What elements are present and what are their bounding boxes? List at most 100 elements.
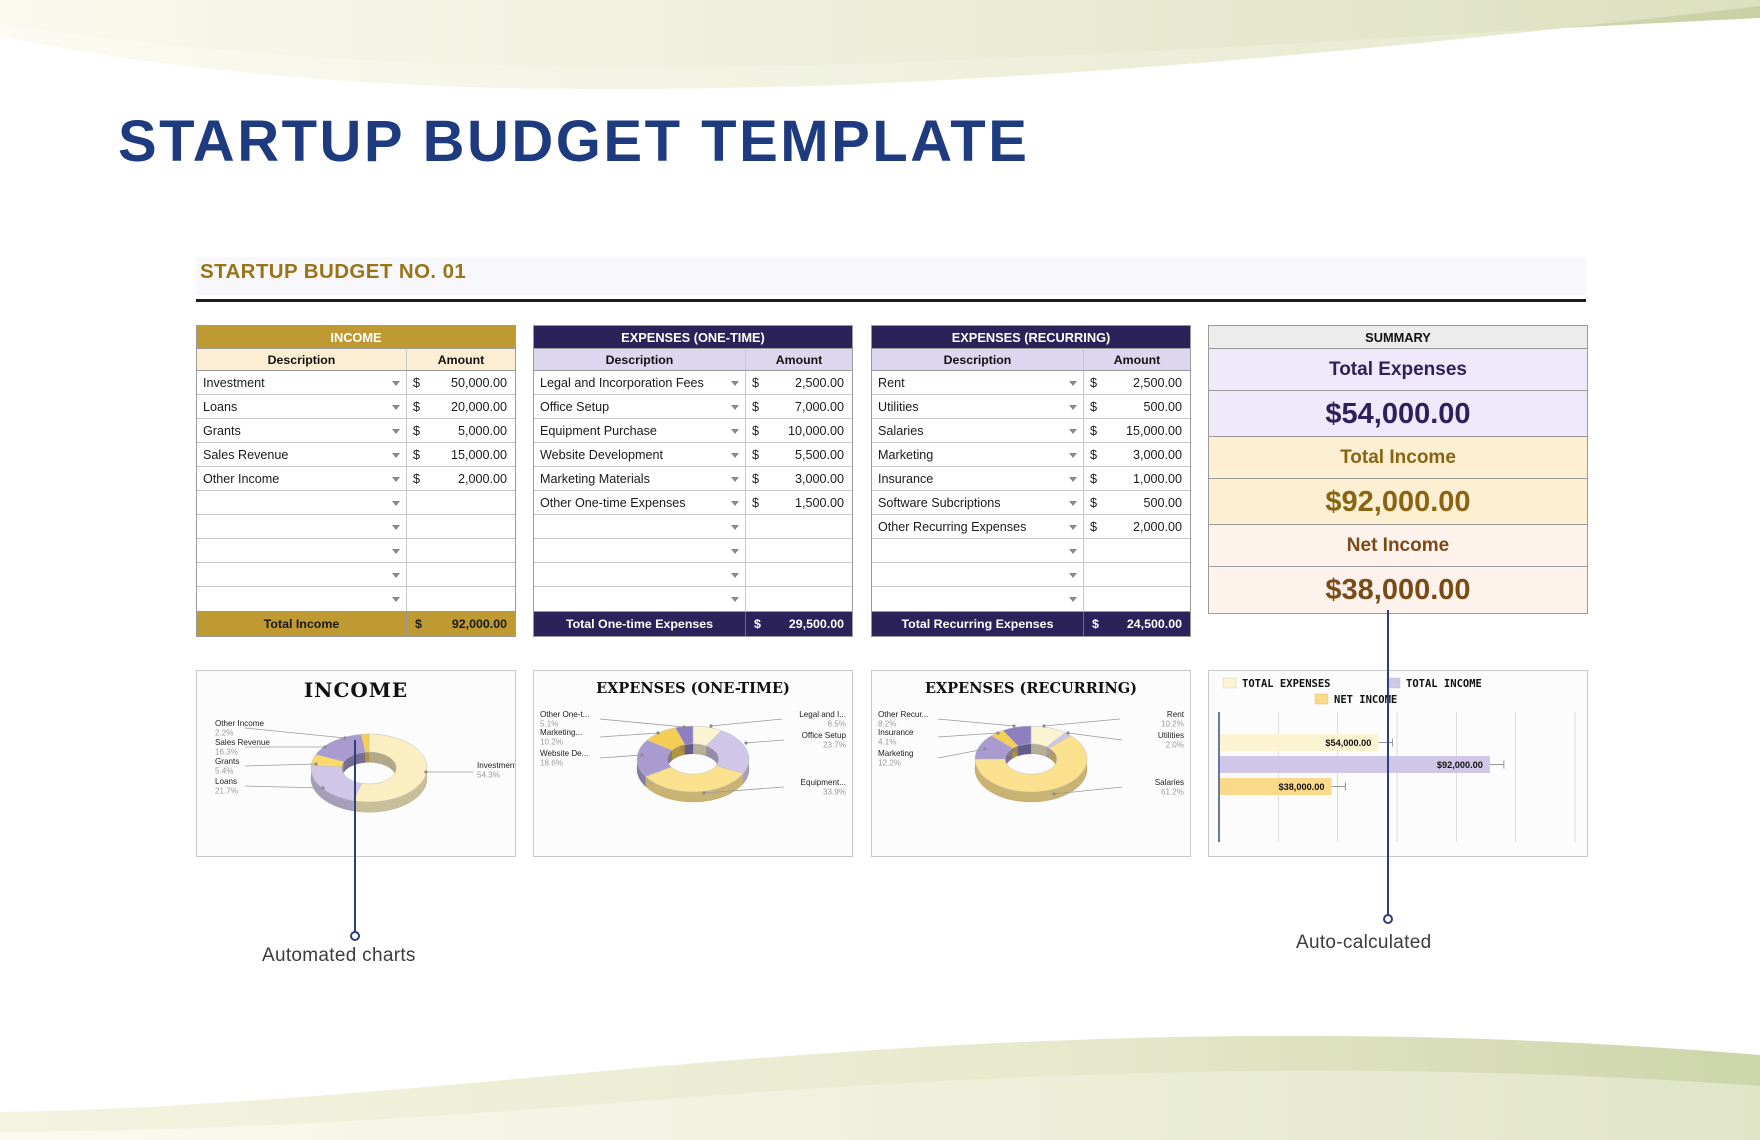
- chevron-down-icon[interactable]: [1069, 428, 1077, 434]
- chevron-down-icon[interactable]: [392, 572, 400, 578]
- amount-cell[interactable]: [746, 587, 852, 611]
- amount-cell[interactable]: $5,000.00: [407, 419, 515, 442]
- amount-cell[interactable]: $50,000.00: [407, 371, 515, 394]
- chevron-down-icon[interactable]: [731, 597, 739, 602]
- amount-cell[interactable]: [407, 491, 515, 514]
- table-row[interactable]: Grants $5,000.00: [197, 419, 515, 443]
- table-row[interactable]: [534, 563, 852, 587]
- table-row[interactable]: Rent $2,500.00: [872, 371, 1190, 395]
- chevron-down-icon[interactable]: [392, 452, 400, 458]
- description-cell[interactable]: Other Income: [197, 467, 407, 490]
- chevron-down-icon[interactable]: [731, 476, 739, 482]
- amount-cell[interactable]: $2,000.00: [1084, 515, 1190, 538]
- table-row[interactable]: Loans $20,000.00: [197, 395, 515, 419]
- description-cell[interactable]: Rent: [872, 371, 1084, 394]
- chevron-down-icon[interactable]: [731, 428, 739, 434]
- amount-cell[interactable]: $20,000.00: [407, 395, 515, 418]
- table-row[interactable]: Equipment Purchase $10,000.00: [534, 419, 852, 443]
- amount-cell[interactable]: $2,500.00: [746, 371, 852, 394]
- chevron-down-icon[interactable]: [392, 476, 400, 482]
- description-cell[interactable]: Software Subcriptions: [872, 491, 1084, 514]
- amount-cell[interactable]: [407, 587, 515, 611]
- amount-cell[interactable]: $15,000.00: [407, 443, 515, 466]
- description-cell[interactable]: Loans: [197, 395, 407, 418]
- description-cell[interactable]: Marketing: [872, 443, 1084, 466]
- chevron-down-icon[interactable]: [1069, 597, 1077, 602]
- description-cell[interactable]: [872, 587, 1084, 611]
- amount-cell[interactable]: $7,000.00: [746, 395, 852, 418]
- description-cell[interactable]: [534, 539, 746, 562]
- description-cell[interactable]: [197, 491, 407, 514]
- description-cell[interactable]: Website Development: [534, 443, 746, 466]
- table-row[interactable]: Investment $50,000.00: [197, 371, 515, 395]
- description-cell[interactable]: Grants: [197, 419, 407, 442]
- table-row[interactable]: [197, 491, 515, 515]
- table-row[interactable]: Sales Revenue $15,000.00: [197, 443, 515, 467]
- chevron-down-icon[interactable]: [392, 404, 400, 410]
- amount-cell[interactable]: $10,000.00: [746, 419, 852, 442]
- table-row[interactable]: Office Setup $7,000.00: [534, 395, 852, 419]
- table-row[interactable]: [197, 515, 515, 539]
- description-cell[interactable]: Investment: [197, 371, 407, 394]
- description-cell[interactable]: Sales Revenue: [197, 443, 407, 466]
- amount-cell[interactable]: $15,000.00: [1084, 419, 1190, 442]
- description-cell[interactable]: Salaries: [872, 419, 1084, 442]
- chevron-down-icon[interactable]: [1069, 476, 1077, 482]
- description-cell[interactable]: [197, 515, 407, 538]
- table-row[interactable]: [872, 587, 1190, 611]
- table-row[interactable]: [197, 563, 515, 587]
- amount-cell[interactable]: $1,500.00: [746, 491, 852, 514]
- amount-cell[interactable]: $500.00: [1084, 491, 1190, 514]
- table-row[interactable]: [872, 539, 1190, 563]
- table-row[interactable]: Salaries $15,000.00: [872, 419, 1190, 443]
- description-cell[interactable]: [197, 539, 407, 562]
- description-cell[interactable]: Other One-time Expenses: [534, 491, 746, 514]
- description-cell[interactable]: Legal and Incorporation Fees: [534, 371, 746, 394]
- amount-cell[interactable]: $1,000.00: [1084, 467, 1190, 490]
- amount-cell[interactable]: $3,000.00: [1084, 443, 1190, 466]
- table-row[interactable]: [534, 539, 852, 563]
- table-row[interactable]: Marketing $3,000.00: [872, 443, 1190, 467]
- amount-cell[interactable]: $5,500.00: [746, 443, 852, 466]
- table-row[interactable]: [872, 563, 1190, 587]
- chevron-down-icon[interactable]: [1069, 548, 1077, 554]
- chevron-down-icon[interactable]: [1069, 452, 1077, 458]
- description-cell[interactable]: [534, 563, 746, 586]
- chevron-down-icon[interactable]: [1069, 500, 1077, 506]
- table-row[interactable]: [534, 515, 852, 539]
- table-row[interactable]: [197, 539, 515, 563]
- description-cell[interactable]: Utilities: [872, 395, 1084, 418]
- table-row[interactable]: Other One-time Expenses $1,500.00: [534, 491, 852, 515]
- description-cell[interactable]: [197, 563, 407, 586]
- chevron-down-icon[interactable]: [731, 380, 739, 386]
- chevron-down-icon[interactable]: [1069, 572, 1077, 578]
- chevron-down-icon[interactable]: [392, 524, 400, 530]
- chevron-down-icon[interactable]: [392, 428, 400, 434]
- amount-cell[interactable]: $2,000.00: [407, 467, 515, 490]
- description-cell[interactable]: Insurance: [872, 467, 1084, 490]
- table-row[interactable]: [197, 587, 515, 611]
- chevron-down-icon[interactable]: [731, 500, 739, 506]
- table-row[interactable]: Utilities $500.00: [872, 395, 1190, 419]
- table-row[interactable]: Marketing Materials $3,000.00: [534, 467, 852, 491]
- table-row[interactable]: [534, 587, 852, 611]
- table-row[interactable]: Website Development $5,500.00: [534, 443, 852, 467]
- amount-cell[interactable]: [746, 563, 852, 586]
- description-cell[interactable]: [534, 515, 746, 538]
- chevron-down-icon[interactable]: [392, 597, 400, 602]
- description-cell[interactable]: [534, 587, 746, 611]
- chevron-down-icon[interactable]: [392, 548, 400, 554]
- amount-cell[interactable]: [407, 563, 515, 586]
- amount-cell[interactable]: $3,000.00: [746, 467, 852, 490]
- chevron-down-icon[interactable]: [392, 500, 400, 506]
- table-row[interactable]: Software Subcriptions $500.00: [872, 491, 1190, 515]
- chevron-down-icon[interactable]: [731, 404, 739, 410]
- table-row[interactable]: Insurance $1,000.00: [872, 467, 1190, 491]
- table-row[interactable]: Other Income $2,000.00: [197, 467, 515, 491]
- description-cell[interactable]: Office Setup: [534, 395, 746, 418]
- chevron-down-icon[interactable]: [731, 548, 739, 554]
- description-cell[interactable]: Other Recurring Expenses: [872, 515, 1084, 538]
- amount-cell[interactable]: [1084, 563, 1190, 586]
- chevron-down-icon[interactable]: [731, 524, 739, 530]
- chevron-down-icon[interactable]: [1069, 404, 1077, 410]
